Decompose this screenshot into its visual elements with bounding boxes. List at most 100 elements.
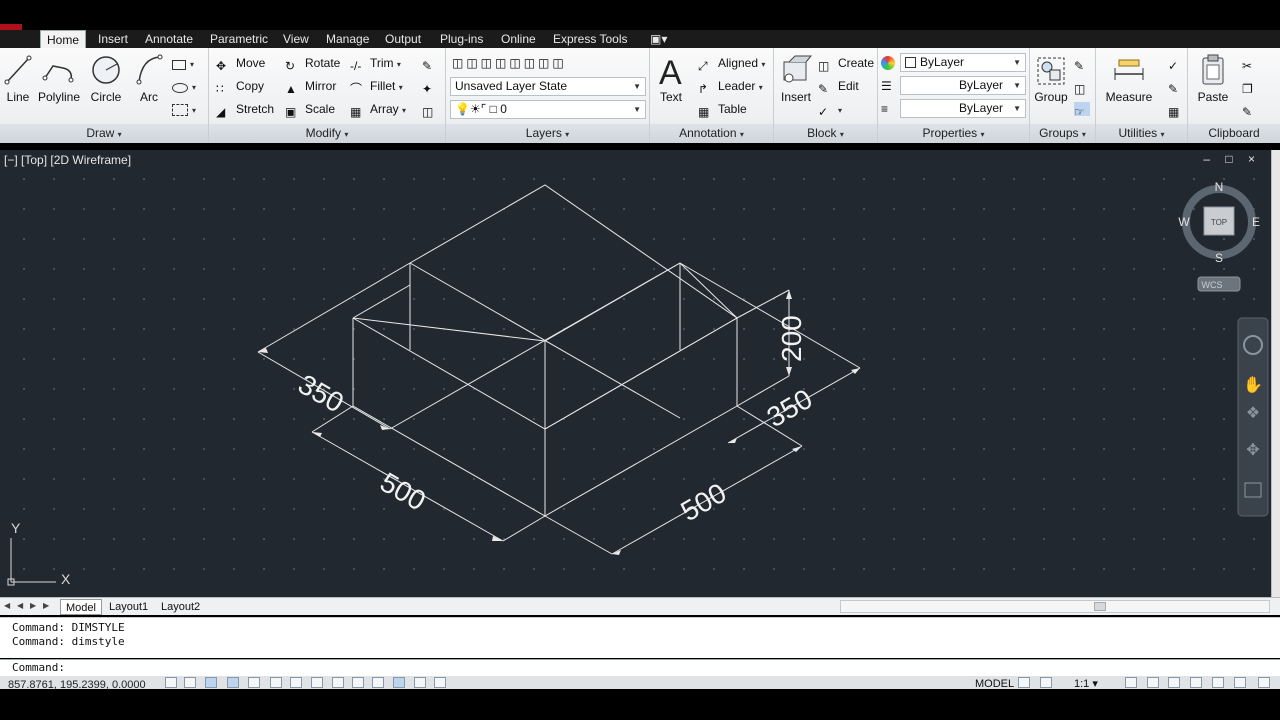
layer-tools-row[interactable]: ◫◫◫◫◫◫◫◫ — [452, 53, 567, 73]
group-button[interactable]: Group — [1033, 52, 1069, 104]
command-line-input[interactable]: Command: — [0, 659, 1280, 676]
ellipse-button[interactable]: ▾ — [172, 76, 196, 96]
model-space-toggle[interactable]: MODEL — [975, 678, 1014, 689]
modify-panel-title[interactable]: Modify ▾ — [209, 124, 445, 143]
isolate-objects-icon[interactable] — [1234, 677, 1246, 688]
workspace-switching-icon[interactable] — [1168, 677, 1180, 688]
snap-mode-icon[interactable] — [184, 677, 196, 688]
polar-tracking-icon[interactable] — [248, 677, 260, 688]
array-button[interactable]: ▦ Array ▾ — [350, 99, 406, 119]
lineweight-toggle-icon[interactable] — [372, 677, 384, 688]
paste-button[interactable]: Paste — [1196, 52, 1230, 104]
tab-online[interactable]: Online — [495, 30, 542, 48]
drawing-canvas[interactable]: 350 500 500 350 200 Y X TOP N S W E WCS — [0, 150, 1271, 597]
transparency-icon[interactable] — [393, 677, 405, 688]
ungroup-button[interactable]: ✎ — [1074, 53, 1094, 73]
copy-clip-button[interactable]: ❐ — [1242, 76, 1262, 96]
quick-view-drawings-icon[interactable] — [1040, 677, 1052, 688]
move-button[interactable]: ✥ Move — [216, 53, 265, 73]
table-button[interactable]: ▦ Table — [698, 99, 747, 119]
line-button[interactable]: Line — [3, 52, 33, 104]
annotation-scale[interactable]: 1:1 ▾ — [1074, 677, 1098, 689]
tab-manage[interactable]: Manage — [320, 30, 375, 48]
properties-panel-title[interactable]: Properties ▾ — [878, 124, 1029, 143]
horizontal-scroll-thumb[interactable] — [1094, 602, 1106, 611]
tab-insert[interactable]: Insert — [92, 30, 134, 48]
draw-panel-title[interactable]: Draw ▾ — [0, 124, 208, 143]
tab-view[interactable]: View — [277, 30, 315, 48]
calculator-button[interactable]: ▦ — [1168, 99, 1188, 119]
arc-button[interactable]: Arc — [134, 52, 164, 104]
ortho-mode-icon[interactable] — [227, 677, 239, 688]
tab-layout2[interactable]: Layout2 — [156, 599, 205, 615]
auto-scale-icon[interactable] — [1147, 677, 1159, 688]
match-prop-button[interactable]: ✎ — [1242, 99, 1262, 119]
fillet-button[interactable]: ⌒ Fillet ▾ — [350, 76, 403, 96]
block-attributes-button[interactable]: ✓ ▾ — [818, 99, 842, 119]
selection-cycling-icon[interactable] — [434, 677, 446, 688]
first-layout-icon[interactable]: ◀ — [4, 601, 10, 610]
measure-button[interactable]: Measure — [1104, 52, 1154, 104]
scale-button[interactable]: ▣ Scale — [285, 99, 335, 119]
clipboard-panel-title[interactable]: Clipboard — [1188, 124, 1280, 143]
id-point-button[interactable]: ✎ — [1168, 76, 1188, 96]
infer-constraints-icon[interactable] — [165, 677, 177, 688]
quick-properties-icon[interactable] — [414, 677, 426, 688]
groups-panel-title[interactable]: Groups ▾ — [1030, 124, 1095, 143]
last-layout-icon[interactable]: ▶ — [43, 601, 49, 610]
color-dropdown[interactable]: ByLayer ▼ — [900, 53, 1026, 72]
tab-parametric[interactable]: Parametric — [204, 30, 274, 48]
layer-state-dropdown[interactable]: Unsaved Layer State ▼ — [450, 77, 646, 96]
object-snap-tracking-icon[interactable] — [311, 677, 323, 688]
object-snap-icon[interactable] — [270, 677, 282, 688]
edit-block-button[interactable]: ✎ Edit — [818, 76, 859, 96]
layer-dropdown[interactable]: 💡☀⌜ □ 0 ▼ — [450, 100, 646, 119]
toolbar-lock-icon[interactable] — [1190, 677, 1202, 688]
create-block-button[interactable]: ◫ Create — [818, 53, 874, 73]
text-button[interactable]: A Text — [656, 52, 686, 104]
annotation-visibility-icon[interactable] — [1125, 677, 1137, 688]
group-select-button[interactable]: ☞ — [1074, 99, 1094, 119]
navigation-bar[interactable]: ✋ ❖ ✥ — [1237, 317, 1269, 517]
prev-layout-icon[interactable]: ◀ — [17, 601, 23, 610]
insert-button[interactable]: Insert — [779, 52, 813, 104]
explode-button[interactable]: ✦ — [422, 76, 442, 96]
erase-button[interactable]: ✎ — [422, 53, 442, 73]
polyline-button[interactable]: Polyline — [38, 52, 80, 104]
rotate-button[interactable]: ↻ Rotate — [285, 53, 340, 73]
copy-button[interactable]: ∷ Copy — [216, 76, 264, 96]
group-edit-button[interactable]: ◫ — [1074, 76, 1094, 96]
offset-button[interactable]: ◫ — [422, 99, 442, 119]
trim-button[interactable]: -/- Trim ▾ — [350, 53, 401, 73]
match-properties-button[interactable] — [881, 53, 899, 73]
aligned-button[interactable]: ⤢ Aligned ▾ — [698, 53, 765, 73]
lineweight-dropdown[interactable]: ByLayer ▼ — [900, 76, 1026, 95]
next-layout-icon[interactable]: ▶ — [30, 601, 36, 610]
dynamic-ucs-icon[interactable] — [332, 677, 344, 688]
hardware-acceleration-icon[interactable] — [1212, 677, 1224, 688]
viewcube[interactable]: TOP N S W E WCS — [1178, 180, 1260, 292]
cut-button[interactable]: ✂ — [1242, 53, 1262, 73]
tab-output[interactable]: Output — [379, 30, 427, 48]
drawing-area[interactable]: [−] [Top] [2D Wireframe] – □ × 350 500 5… — [0, 150, 1271, 597]
stretch-button[interactable]: ◢ Stretch — [216, 99, 274, 119]
utilities-panel-title[interactable]: Utilities ▾ — [1096, 124, 1187, 143]
vertical-scrollbar[interactable] — [1271, 150, 1280, 597]
hatch-button[interactable]: ▾ — [172, 99, 196, 119]
tab-plug-ins[interactable]: Plug-ins — [434, 30, 489, 48]
horizontal-scrollbar[interactable] — [840, 600, 1270, 613]
quick-select-button[interactable]: ✓ — [1168, 53, 1188, 73]
tab-layout1[interactable]: Layout1 — [104, 599, 153, 615]
annotation-panel-title[interactable]: Annotation ▾ — [650, 124, 773, 143]
tab-model[interactable]: Model — [60, 599, 102, 615]
ribbon-toggle-icon[interactable]: ▣▾ — [644, 30, 673, 48]
tab-annotate[interactable]: Annotate — [139, 30, 199, 48]
circle-button[interactable]: Circle — [88, 52, 124, 104]
linetype-dropdown[interactable]: ByLayer ▼ — [900, 99, 1026, 118]
rectangle-button[interactable]: ▾ — [172, 53, 194, 73]
clean-screen-icon[interactable] — [1258, 677, 1270, 688]
quick-view-layouts-icon[interactable] — [1018, 677, 1030, 688]
dynamic-input-icon[interactable] — [352, 677, 364, 688]
tab-express-tools[interactable]: Express Tools — [547, 30, 633, 48]
3d-object-snap-icon[interactable] — [290, 677, 302, 688]
